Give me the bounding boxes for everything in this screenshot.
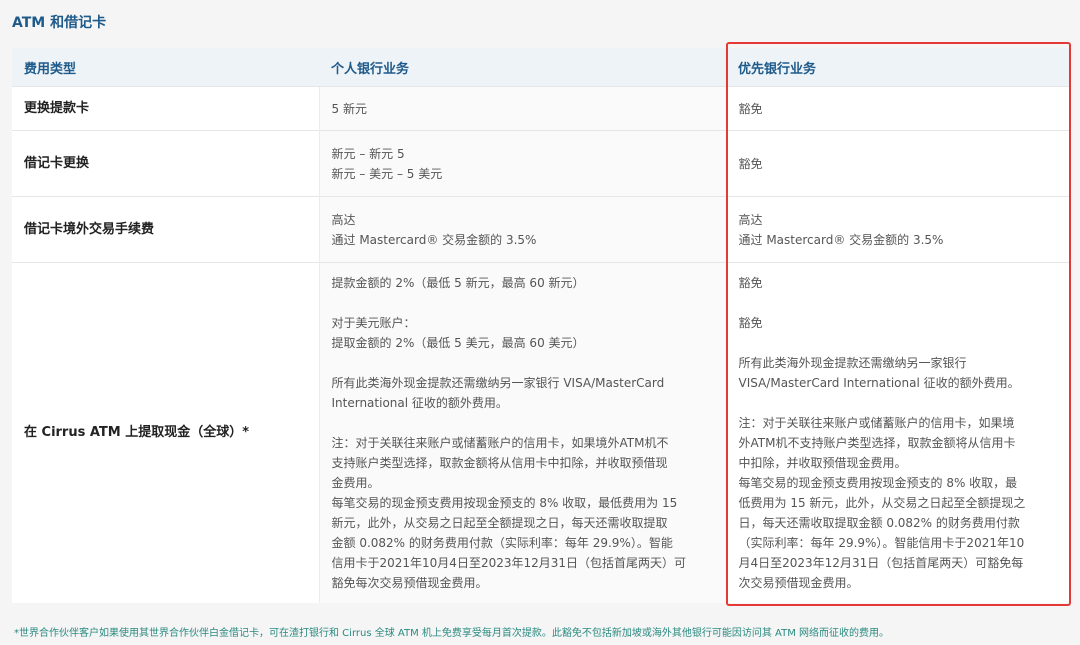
table-header-row: 费用类型 个人银行业务 优先银行业务 <box>12 48 1070 87</box>
fee-text-line: 提款金额的 2%（最低 5 新元，最高 60 新元） <box>331 275 585 290</box>
fee-text-line <box>739 293 1059 313</box>
fee-text-line <box>332 413 714 433</box>
fee-text-line: 新元，此外，从交易之日起至全额提现之日，每天还需收取提取 <box>331 515 668 530</box>
header-personal-banking: 个人银行业务 <box>319 48 726 87</box>
fee-text-line: 提取金额的 2%（最低 5 美元，最高 60 美元） <box>331 335 585 350</box>
fee-text-line: 每笔交易的现金预支费用按现金预支的 8% 收取，最低费用为 15 <box>331 495 678 510</box>
fee-text-line: 新元 – 美元 – 5 美元 <box>331 166 443 181</box>
fee-text-line: 支持账户类型选择，取款金额将从信用卡中扣除，并收取预借现 <box>331 455 668 470</box>
fee-text-line: 对于美元账户： <box>331 315 416 330</box>
fee-text-line: 金额 0.082% 的财务费用付款（实际利率：每年 29.9%）。智能 <box>331 535 673 550</box>
table-row: 借记卡境外交易手续费 高达 通过 Mastercard® 交易金额的 3.5% 高达通… <box>12 196 1070 263</box>
priority-fee-cell: 豁免 <box>726 86 1070 131</box>
table-row: 借记卡更换 新元 – 新元 5 新元 – 美元 – 5 美元 豁免 <box>12 130 1070 197</box>
fee-type-cell: 借记卡境外交易手续费 <box>12 196 319 263</box>
fee-text-line: 注：对于关联往来账户或储蓄账户的信用卡，如果境外ATM机不 <box>331 435 669 450</box>
fee-table: 费用类型 个人银行业务 优先银行业务 更换提款卡 5 新元 豁免 借记卡更换 新元 – … <box>12 48 1070 603</box>
fee-text-line: 外ATM机不支持账户类型选择，取款金额将从信用卡 <box>738 435 1016 450</box>
fee-text-line <box>739 333 1059 353</box>
fee-text-line: 豁免每次交易预借现金费用。 <box>331 575 488 590</box>
section-title: ATM 和借记卡 <box>12 15 107 31</box>
fee-text-line: 5 新元 <box>331 101 367 116</box>
fee-text-line: 豁免 <box>738 275 763 290</box>
fee-text-line: 中扣除，并收取预借现金费用。 <box>738 455 907 470</box>
fee-text-line: 注：对于关联往来账户或储蓄账户的信用卡，如果境 <box>738 415 1015 430</box>
header-fee-type: 费用类型 <box>12 48 319 87</box>
table-row: 更换提款卡 5 新元 豁免 <box>12 86 1070 131</box>
fee-text-line: 高达 <box>331 212 356 227</box>
fee-text-line: 信用卡于2021年10月4日至2023年12月31日（包括首尾两天）可 <box>331 555 687 570</box>
fee-text-line: VISA/MasterCard International 征收的额外费用。 <box>738 375 1020 390</box>
fee-text-line: 豁免 <box>738 315 763 330</box>
personal-fee-cell: 提款金额的 2%（最低 5 新元，最高 60 新元） 对于美元账户： 提取金额的 2… <box>318 262 727 603</box>
fee-text-line <box>739 393 1059 413</box>
fee-text-line: 低费用为 15 新元，此外，从交易之日起至全额提现之 <box>738 495 1026 510</box>
fee-text-line: 新元 – 新元 5 <box>331 146 405 161</box>
fee-text-line: 通过 Mastercard® 交易金额的 3.5% <box>738 232 944 247</box>
fee-text-line: 豁免 <box>738 156 763 171</box>
fee-type-cell: 在 Cirrus ATM 上提取现金（全球）* <box>12 262 319 603</box>
fee-type-cell: 更换提款卡 <box>12 86 319 131</box>
fee-text-line: 所有此类海外现金提款还需缴纳另一家银行 VISA/MasterCard <box>331 375 665 390</box>
fee-text-line: 日，每天还需收取提取金额 0.082% 的财务费用付款 <box>738 515 1020 530</box>
personal-fee-cell: 新元 – 新元 5 新元 – 美元 – 5 美元 <box>318 130 727 197</box>
fee-type-cell: 借记卡更换 <box>12 130 319 197</box>
fee-text-line: 每笔交易的现金预支费用按现金预支的 8% 收取，最 <box>738 475 1018 490</box>
fee-text-line: 次交易预借现金费用。 <box>738 575 859 590</box>
priority-fee-cell: 豁免 豁免 所有此类海外现金提款还需缴纳另一家银行 VISA/MasterCard I… <box>726 262 1070 603</box>
fee-text-line: （实际利率：每年 29.9%）。智能信用卡于2021年10 <box>738 535 1025 550</box>
fee-text-line <box>332 293 714 313</box>
personal-fee-cell: 5 新元 <box>318 86 727 131</box>
fee-text-line: 金费用。 <box>331 475 380 490</box>
header-priority-banking: 优先银行业务 <box>726 48 1070 87</box>
table-row: 在 Cirrus ATM 上提取现金（全球）* 提款金额的 2%（最低 5 新元，… <box>12 262 1070 603</box>
fee-text-line <box>332 353 714 373</box>
fee-text-line: International 征收的额外费用。 <box>331 395 508 410</box>
footnote: *世界合作伙伴客户如果使用其世界合作伙伴白金借记卡，可在渣打银行和 Cirrus… <box>14 628 890 639</box>
fee-text-line: 月4日至2023年12月31日（包括首尾两天）可豁免每 <box>738 555 1024 570</box>
priority-fee-cell: 豁免 <box>726 130 1070 197</box>
fee-text-line: 豁免 <box>738 101 763 116</box>
personal-fee-cell: 高达通过 Mastercard® 交易金额的 3.5% <box>318 196 727 263</box>
fee-text-line: 所有此类海外现金提款还需缴纳另一家银行 <box>738 355 967 370</box>
fee-text-line: 通过 Mastercard® 交易金额的 3.5% <box>331 232 537 247</box>
priority-fee-cell: 高达通过 Mastercard® 交易金额的 3.5% <box>726 196 1070 263</box>
fee-text-line: 高达 <box>738 212 763 227</box>
